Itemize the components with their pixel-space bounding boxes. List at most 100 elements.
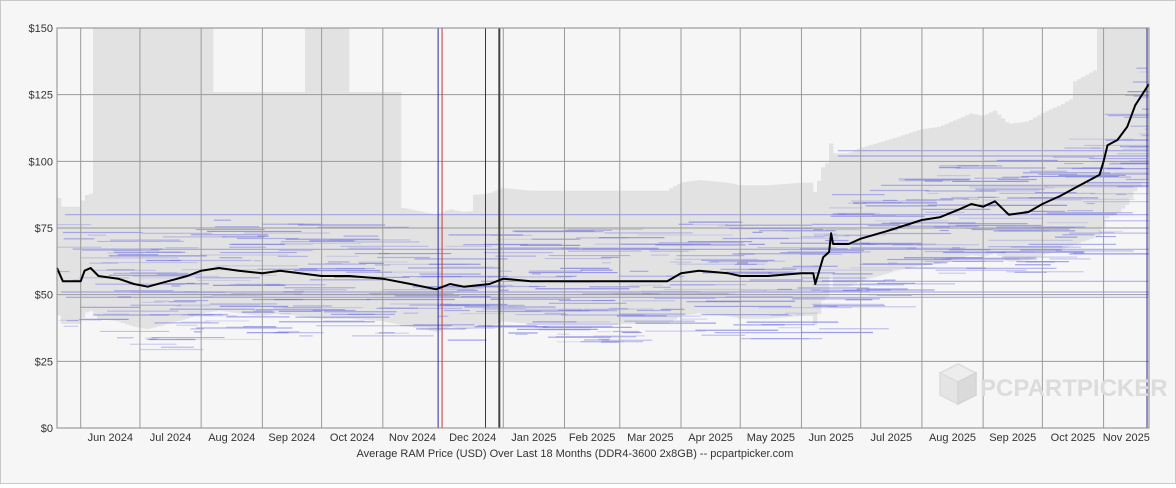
range-band	[885, 140, 890, 274]
x-tick-label: Mar 2025	[627, 432, 673, 444]
range-band	[893, 137, 898, 272]
x-tick-label: Nov 2025	[1103, 432, 1150, 444]
range-band	[589, 190, 594, 324]
range-band	[873, 143, 878, 278]
range-band	[773, 184, 778, 319]
range-band	[165, 28, 170, 325]
range-band	[113, 28, 118, 321]
range-band	[1097, 28, 1102, 237]
range-band	[349, 92, 354, 319]
range-band	[525, 190, 530, 324]
x-tick-label: Sep 2025	[989, 432, 1036, 444]
range-band	[621, 190, 626, 324]
range-band	[1081, 76, 1086, 242]
x-tick-label: Jul 2024	[150, 432, 192, 444]
range-band	[913, 131, 918, 267]
y-tick-label: $25	[35, 356, 53, 368]
range-band	[389, 92, 394, 323]
range-band	[841, 153, 846, 287]
range-band	[573, 190, 578, 324]
x-tick-label: Jul 2025	[871, 432, 913, 444]
range-band	[761, 185, 766, 319]
range-band	[357, 92, 362, 320]
range-band	[765, 185, 770, 319]
range-band	[637, 190, 642, 324]
range-band	[869, 145, 874, 279]
range-band	[261, 92, 266, 316]
range-band	[301, 92, 306, 317]
range-band	[957, 118, 962, 259]
y-tick-label: $100	[29, 156, 53, 168]
range-band	[385, 92, 390, 323]
range-band	[653, 190, 658, 324]
range-band	[433, 214, 438, 332]
range-band	[293, 92, 298, 316]
x-tick-label: May 2025	[747, 432, 795, 444]
range-band	[969, 113, 974, 256]
range-band	[81, 200, 86, 318]
range-band	[125, 28, 130, 325]
range-band	[1121, 28, 1126, 209]
range-band	[597, 190, 602, 324]
range-band	[1045, 111, 1050, 254]
x-tick-label: Aug 2025	[929, 432, 976, 444]
range-band	[129, 28, 134, 326]
range-band	[529, 190, 534, 324]
chart-container: PCPARTPICKER $0 $25 $50 $75 $100 $125 $150 Jun …	[0, 0, 1176, 484]
range-band	[941, 125, 946, 263]
range-band	[745, 185, 750, 319]
range-band	[849, 152, 854, 286]
range-band	[1141, 28, 1146, 184]
range-band	[421, 211, 426, 330]
range-band	[593, 190, 598, 324]
range-band	[265, 92, 270, 316]
range-band	[57, 197, 62, 316]
range-band	[1041, 113, 1046, 255]
range-band	[89, 193, 94, 312]
range-band	[1117, 28, 1122, 213]
range-band	[121, 28, 126, 323]
range-band	[673, 186, 678, 320]
range-band	[1105, 28, 1110, 219]
range-band	[289, 92, 294, 315]
x-tick-label: Apr 2025	[688, 432, 733, 444]
range-band	[505, 188, 510, 322]
range-band	[465, 211, 470, 329]
pcpartpicker-logo-icon	[938, 363, 978, 406]
range-band	[461, 211, 466, 330]
chart-title: Average RAM Price (USD) Over Last 18 Mon…	[357, 448, 794, 460]
range-band	[877, 142, 882, 277]
x-tick-label: Jun 2024	[88, 432, 133, 444]
range-band	[249, 92, 254, 315]
range-band	[213, 92, 218, 312]
range-band	[769, 185, 774, 319]
range-band	[425, 212, 430, 331]
range-band	[569, 190, 574, 324]
range-band	[577, 190, 582, 324]
range-band	[757, 185, 762, 319]
range-band	[353, 92, 358, 320]
range-band	[1109, 28, 1114, 216]
range-band	[633, 190, 638, 324]
y-tick-label: $125	[29, 90, 53, 102]
range-band	[657, 190, 662, 324]
range-band	[641, 190, 646, 324]
range-band	[225, 92, 230, 312]
y-tick-label: $75	[35, 223, 53, 235]
range-band	[945, 123, 950, 262]
range-band	[961, 117, 966, 258]
range-band	[989, 112, 994, 255]
range-band	[417, 211, 422, 329]
range-band	[161, 28, 166, 326]
range-band	[665, 190, 670, 324]
x-tick-label: Jun 2025	[808, 432, 853, 444]
range-band	[649, 190, 654, 324]
range-band	[741, 185, 746, 319]
range-band	[169, 28, 174, 324]
x-tick-label: Jan 2025	[511, 432, 556, 444]
range-band	[661, 190, 666, 324]
range-band	[829, 143, 834, 277]
range-band	[281, 92, 286, 314]
range-band	[153, 28, 158, 328]
range-band	[1057, 105, 1062, 251]
